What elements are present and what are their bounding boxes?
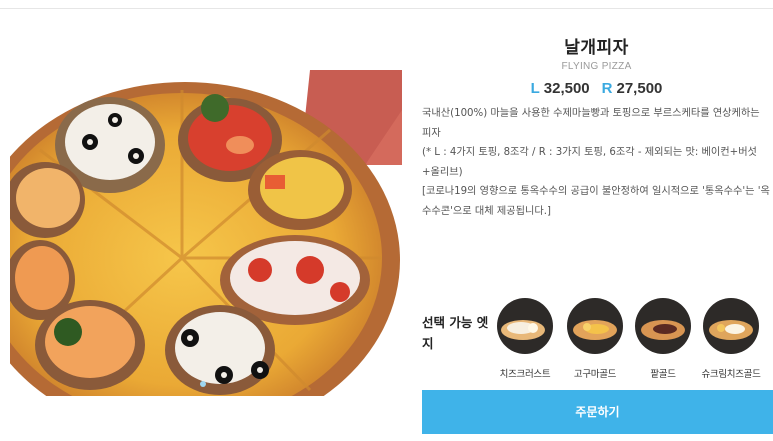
edge-options: 치즈크러스트 고구마골드 팥골드 슈크림치즈골드: [492, 298, 773, 384]
product-subtitle: FLYING PIZZA: [561, 61, 632, 72]
description-line: 국내산(100%) 마늘을 사용한 수제마늘빵과 토핑으로 부르스케타를 연상케…: [422, 108, 760, 139]
cream-cheese-gold-icon: [703, 298, 759, 354]
price-row: L 32,500 R 27,500: [420, 80, 773, 97]
price-r-value: 27,500: [616, 80, 663, 97]
cheese-crust-icon: [497, 298, 553, 354]
edge-section-label: 선택 가능 엣지: [422, 315, 489, 351]
edge-option-label: 슈크림치즈골드: [701, 369, 761, 380]
edge-option-label: 팥골드: [650, 369, 676, 380]
description-line: (* L : 4가지 토핑, 8조각 / R : 3가지 토핑, 6조각 - 제…: [422, 147, 757, 178]
price-l-label: L: [530, 80, 540, 97]
edge-option-label: 고구마골드: [573, 369, 617, 380]
description-line: [코로나19의 영향으로 통옥수수의 공급이 불안정하여 일시적으로 '통옥수수…: [422, 186, 770, 217]
product-title: 날개피자: [564, 38, 629, 58]
edge-option-cheese-crust[interactable]: 치즈크러스트: [492, 298, 558, 380]
sweet-potato-gold-icon: [567, 298, 623, 354]
product-description: 국내산(100%) 마늘을 사용한 수제마늘빵과 토핑으로 부르스케타를 연상케…: [422, 104, 770, 221]
edge-option-sweet-potato-gold[interactable]: 고구마골드: [562, 298, 628, 380]
image-pager-dot[interactable]: [200, 381, 206, 387]
order-button[interactable]: 주문하기: [422, 390, 773, 434]
top-divider: [0, 8, 773, 9]
pizza-image: [10, 70, 402, 396]
edge-option-label: 치즈크러스트: [499, 369, 551, 380]
edge-option-cream-cheese-gold[interactable]: 슈크림치즈골드: [698, 298, 764, 380]
edge-option-red-bean-gold[interactable]: 팥골드: [630, 298, 696, 380]
price-r-label: R: [601, 80, 613, 97]
price-l-value: 32,500: [543, 80, 590, 97]
red-bean-gold-icon: [635, 298, 691, 354]
